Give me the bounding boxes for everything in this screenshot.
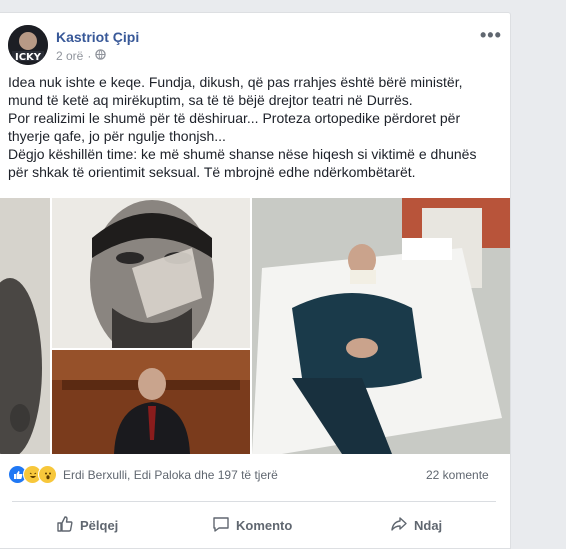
reaction-names[interactable]: Erdi Berxulli, Edi Paloka dhe 197 të tje…	[63, 468, 278, 482]
thumbs-up-icon	[56, 515, 74, 536]
comments-count[interactable]: 22 komente	[426, 468, 489, 482]
share-icon	[390, 515, 408, 536]
scrollbar[interactable]	[552, 0, 566, 547]
photo-left[interactable]	[0, 198, 50, 454]
post-time[interactable]: 2 orë	[56, 49, 83, 63]
like-label: Pëlqej	[80, 517, 119, 533]
more-options-icon[interactable]: •••	[480, 25, 502, 46]
svg-text:ICKY: ICKY	[15, 52, 42, 63]
like-button[interactable]: Pëlqej	[56, 507, 118, 543]
divider	[12, 501, 496, 502]
post-meta: 2 orë ·	[56, 49, 107, 63]
wow-reaction-icon	[38, 465, 57, 484]
share-label: Ndaj	[414, 517, 443, 533]
photo-parliament[interactable]	[52, 350, 250, 454]
post-paragraph: Dëgjo këshillën time: ke më shumë shanse…	[8, 146, 477, 180]
author-name[interactable]: Kastriot Çipi	[56, 29, 139, 45]
action-bar: Pëlqej Komento Ndaj	[0, 507, 510, 543]
photo-grid	[0, 198, 510, 454]
comment-button[interactable]: Komento	[212, 507, 292, 543]
post-card: ICKY Kastriot Çipi 2 orë · ••• Idea nuk …	[0, 12, 511, 549]
photo-injured-face[interactable]	[52, 198, 250, 348]
globe-icon[interactable]	[95, 49, 107, 63]
post-paragraph: Idea nuk ishte e keqe. Fundja, dikush, q…	[8, 74, 463, 108]
avatar[interactable]: ICKY	[8, 25, 48, 65]
comment-icon	[212, 515, 230, 536]
photo-hospital-bed[interactable]	[252, 198, 510, 454]
comment-label: Komento	[236, 517, 293, 533]
post-text: Idea nuk ishte e keqe. Fundja, dikush, q…	[8, 73, 498, 181]
post-paragraph: Por realizimi le shumë për të dëshiruar.…	[8, 110, 461, 144]
share-button[interactable]: Ndaj	[390, 507, 442, 543]
reaction-summary[interactable]: Erdi Berxulli, Edi Paloka dhe 197 të tje…	[8, 465, 278, 484]
